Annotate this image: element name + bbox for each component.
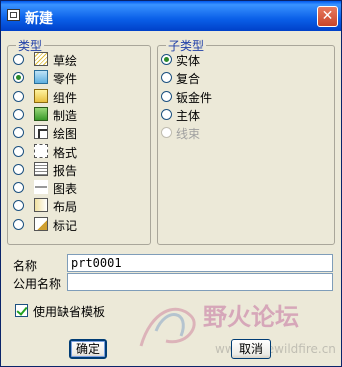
- type-option-10[interactable]: 标记: [13, 216, 143, 234]
- subtype-radio[interactable]: [161, 72, 172, 84]
- subtype-option-label: 实体: [176, 54, 201, 68]
- type-option-9[interactable]: 布局: [13, 197, 143, 215]
- part-icon: [34, 70, 48, 85]
- sketch-icon: [34, 52, 48, 66]
- subtype-option-label: 线束: [176, 127, 201, 142]
- markup-icon: [34, 216, 48, 231]
- type-option-label: 图表: [53, 182, 78, 197]
- use-default-template-checkbox[interactable]: [15, 304, 28, 317]
- type-option-label: 制造: [53, 108, 78, 123]
- type-option-label: 草绘: [53, 54, 78, 68]
- type-radio[interactable]: [13, 127, 24, 139]
- subtype-option-2[interactable]: 复合: [161, 69, 321, 87]
- type-radio[interactable]: [13, 54, 24, 65]
- window-icon: [7, 9, 20, 21]
- subtype-radio[interactable]: [161, 108, 172, 120]
- format-icon: [34, 143, 48, 158]
- type-option-1[interactable]: 草绘: [13, 51, 143, 69]
- title-bar[interactable]: 新建 ✕: [1, 1, 341, 31]
- type-option-label: 报告: [53, 163, 78, 178]
- type-option-5[interactable]: 绘图: [13, 124, 143, 142]
- type-option-label: 布局: [53, 200, 78, 215]
- type-option-3[interactable]: 组件: [13, 88, 143, 106]
- common-name-label: 公用名称: [13, 277, 62, 291]
- type-radio[interactable]: [13, 72, 24, 84]
- assembly-icon: [34, 88, 48, 103]
- type-radio[interactable]: [13, 90, 24, 102]
- type-option-6[interactable]: 格式: [13, 143, 143, 161]
- type-radio[interactable]: [13, 182, 24, 194]
- window-title: 新建: [25, 11, 53, 27]
- name-input[interactable]: prt0001: [67, 254, 333, 272]
- layout-icon: [34, 198, 48, 213]
- type-option-7[interactable]: 报告: [13, 161, 143, 179]
- type-radio[interactable]: [13, 108, 24, 120]
- type-option-4[interactable]: 制造: [13, 106, 143, 124]
- manufacturing-icon: [34, 106, 48, 121]
- type-option-label: 格式: [53, 145, 78, 160]
- type-radio[interactable]: [13, 218, 24, 230]
- diagram-icon: [34, 180, 48, 195]
- type-radio[interactable]: [13, 163, 24, 175]
- subtype-option-label: 钣金件: [176, 90, 213, 105]
- type-radio[interactable]: [13, 200, 24, 212]
- subtype-radio[interactable]: [161, 90, 172, 102]
- type-option-8[interactable]: 图表: [13, 179, 143, 197]
- subtype-option-4[interactable]: 主体: [161, 106, 321, 124]
- drawing-icon: [34, 125, 48, 140]
- new-dialog: 新建 ✕ 类型 子类型 草绘 零件 组件 制造 绘图 格式 报告 图表 布局 标记 实体 复合 钣金件…: [0, 0, 342, 367]
- type-option-label: 零件: [53, 72, 78, 87]
- subtype-option-1[interactable]: 实体: [161, 51, 321, 69]
- type-option-label: 组件: [53, 90, 78, 105]
- use-default-template-label: 使用缺省模板: [33, 305, 106, 319]
- cancel-button[interactable]: 取消: [231, 339, 271, 359]
- type-option-label: 绘图: [53, 127, 78, 142]
- type-radio[interactable]: [13, 145, 24, 157]
- name-label: 名称: [13, 259, 38, 273]
- report-icon: [34, 161, 48, 176]
- type-option-label: 标记: [53, 218, 78, 233]
- subtype-option-5: 线束: [161, 124, 321, 142]
- type-option-2[interactable]: 零件: [13, 69, 143, 87]
- close-button[interactable]: ✕: [317, 6, 338, 27]
- subtype-option-3[interactable]: 钣金件: [161, 88, 321, 106]
- common-name-input[interactable]: [67, 273, 333, 291]
- ok-button[interactable]: 确定: [69, 339, 107, 359]
- subtype-option-label: 主体: [176, 108, 201, 123]
- subtype-radio: [161, 127, 172, 139]
- subtype-radio[interactable]: [161, 54, 172, 65]
- subtype-option-label: 复合: [176, 72, 201, 87]
- watermark-text: 野火论坛: [203, 303, 299, 331]
